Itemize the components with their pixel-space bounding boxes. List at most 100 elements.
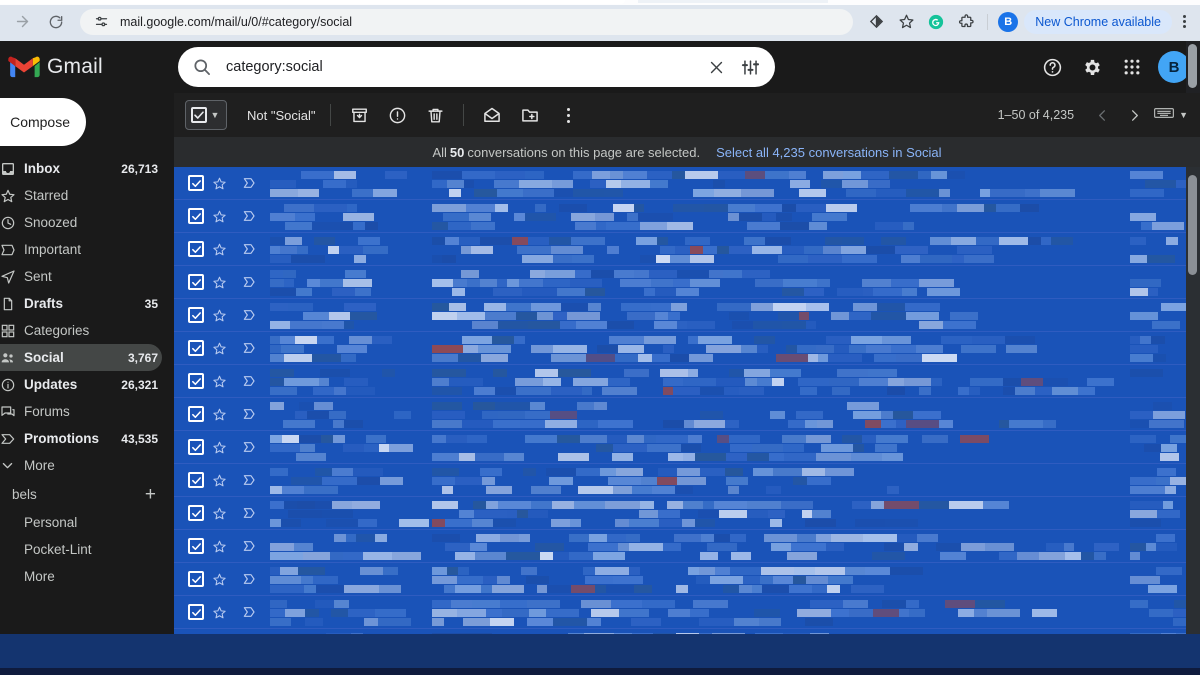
checkbox-checked-icon[interactable] [188,373,204,389]
important-marker-icon[interactable] [234,604,264,620]
table-row[interactable] [174,530,1200,563]
apps-grid-icon[interactable] [1112,47,1152,87]
help-icon[interactable] [1032,47,1072,87]
star-outline-icon[interactable] [204,572,234,587]
sidebar-item-promotions[interactable]: Promotions 43,535 [0,425,162,452]
important-marker-icon[interactable] [234,208,264,224]
table-row[interactable] [174,167,1200,200]
plus-icon[interactable]: + [145,485,162,504]
scrollbar-thumb[interactable] [1188,175,1197,275]
checkbox-checked-icon[interactable] [188,274,204,290]
chevron-right-icon[interactable] [1118,99,1150,131]
search-bar[interactable]: category:social [178,47,775,87]
important-marker-icon[interactable] [234,373,264,389]
sidebar-item-drafts[interactable]: Drafts 35 [0,290,162,317]
important-marker-icon[interactable] [234,571,264,587]
star-outline-icon[interactable] [204,407,234,422]
star-outline-icon[interactable] [204,308,234,323]
important-marker-icon[interactable] [234,538,264,554]
address-bar[interactable]: mail.google.com/mail/u/0/#category/socia… [80,8,854,35]
delete-icon[interactable] [416,96,454,134]
star-outline-icon[interactable] [204,605,234,620]
star-outline-icon[interactable] [204,440,234,455]
close-icon[interactable] [699,50,733,84]
checkbox-checked-icon[interactable] [188,538,204,554]
page-scrollbar-thumb[interactable] [1188,44,1197,88]
select-all-conversations-link[interactable]: Select all 4,235 conversations in Social [716,145,941,160]
sidebar-item-forums[interactable]: Forums [0,398,162,425]
checkbox-checked-icon[interactable] [188,604,204,620]
checkbox-checked-icon[interactable] [188,406,204,422]
gmail-logo[interactable]: Gmail [8,55,168,79]
important-marker-icon[interactable] [234,241,264,257]
table-row[interactable] [174,266,1200,299]
page-scrollbar[interactable] [1186,41,1200,93]
star-outline-icon[interactable] [204,209,234,224]
checkbox-checked-icon[interactable] [188,472,204,488]
input-tools-button[interactable]: ▼ [1154,106,1188,125]
table-row[interactable] [174,464,1200,497]
star-outline-icon[interactable] [204,341,234,356]
browser-tab-inactive[interactable] [638,0,828,3]
table-row[interactable] [174,365,1200,398]
star-outline-icon[interactable] [204,176,234,191]
report-spam-icon[interactable] [378,96,416,134]
sidebar-item-more[interactable]: More [0,452,162,479]
checkbox-checked-icon[interactable] [188,340,204,356]
star-outline-icon[interactable] [204,275,234,290]
mark-unread-icon[interactable] [473,96,511,134]
star-outline-icon[interactable] [204,473,234,488]
search-input[interactable]: category:social [226,59,699,75]
forward-icon[interactable] [8,8,36,36]
table-row[interactable] [174,596,1200,629]
select-all-control[interactable]: ▼ [185,100,227,130]
checkbox-checked-icon[interactable] [188,505,204,521]
sidebar-item-snoozed[interactable]: Snoozed [0,209,162,236]
list-scrollbar[interactable] [1186,167,1200,675]
checkbox-checked-icon[interactable] [188,307,204,323]
checkbox-checked-icon[interactable] [188,208,204,224]
chrome-update-chip[interactable]: New Chrome available [1024,9,1172,34]
reading-mode-icon[interactable] [863,9,889,35]
checkbox-checked-icon[interactable] [188,439,204,455]
chevron-left-icon[interactable] [1086,99,1118,131]
tune-sliders-icon[interactable] [90,11,112,33]
important-marker-icon[interactable] [234,307,264,323]
table-row[interactable] [174,200,1200,233]
sidebar-label-personal[interactable]: Personal [0,509,162,536]
sidebar-item-important[interactable]: Important [0,236,162,263]
table-row[interactable] [174,233,1200,266]
important-marker-icon[interactable] [234,472,264,488]
sidebar-item-inbox[interactable]: Inbox 26,713 [0,155,162,182]
table-row[interactable] [174,431,1200,464]
important-marker-icon[interactable] [234,505,264,521]
checkbox-checked-icon[interactable] [188,571,204,587]
table-row[interactable] [174,332,1200,365]
archive-icon[interactable] [340,96,378,134]
important-marker-icon[interactable] [234,340,264,356]
filter-options-icon[interactable] [733,50,767,84]
star-outline-icon[interactable] [204,242,234,257]
important-marker-icon[interactable] [234,175,264,191]
checkbox-checked-icon[interactable] [188,241,204,257]
important-marker-icon[interactable] [234,439,264,455]
extensions-puzzle-icon[interactable] [953,9,979,35]
important-marker-icon[interactable] [234,274,264,290]
star-outline-icon[interactable] [204,539,234,554]
sidebar-item-categories[interactable]: Categories [0,317,162,344]
chrome-profile-avatar[interactable]: B [998,11,1019,32]
sidebar-item-sent[interactable]: Sent [0,263,162,290]
sidebar-label-more[interactable]: More [0,563,162,590]
grammarly-extension-icon[interactable] [923,9,949,35]
checkbox-checked-icon[interactable] [191,107,207,123]
move-to-icon[interactable] [511,96,549,134]
sidebar-item-updates[interactable]: Updates 26,321 [0,371,162,398]
sidebar-item-starred[interactable]: Starred [0,182,162,209]
table-row[interactable] [174,563,1200,596]
table-row[interactable] [174,497,1200,530]
three-dots-vertical-icon[interactable] [1174,15,1194,28]
chevron-down-icon[interactable]: ▼ [207,110,223,120]
star-outline-icon[interactable] [204,374,234,389]
sidebar-item-social[interactable]: Social 3,767 [0,344,162,371]
browser-tab-active[interactable] [0,0,625,4]
